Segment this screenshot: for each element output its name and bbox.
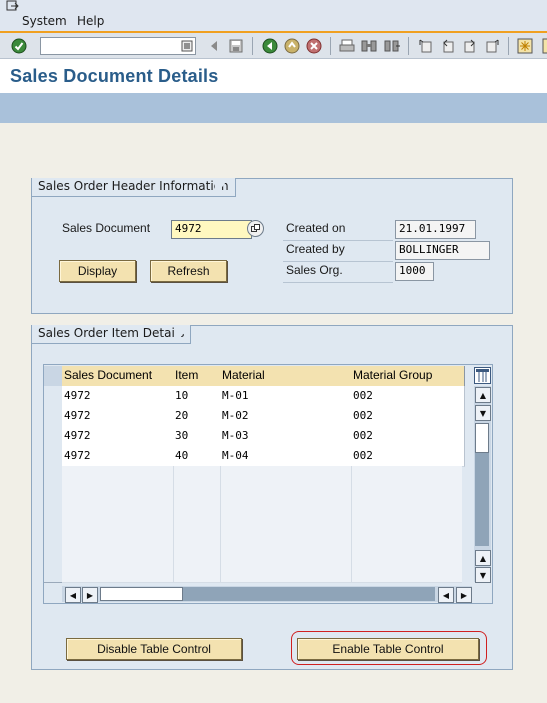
column-header-item[interactable]: Item xyxy=(173,366,223,387)
find-next-icon[interactable] xyxy=(384,38,400,54)
previous-arrow-icon[interactable] xyxy=(206,38,222,54)
table-cell: 30 xyxy=(173,426,223,447)
shortcut-icon[interactable] xyxy=(538,38,547,54)
back-icon[interactable] xyxy=(262,38,278,54)
horizontal-scroll-thumb[interactable] xyxy=(100,587,183,601)
created-by-label: Created by xyxy=(286,242,345,256)
created-on-label: Created on xyxy=(286,221,346,235)
row-selector[interactable] xyxy=(44,386,63,407)
display-button[interactable]: Display xyxy=(59,260,136,282)
sales-org-label: Sales Org. xyxy=(286,263,343,277)
table-cell: 4972 xyxy=(62,386,176,407)
print-icon[interactable] xyxy=(339,38,355,54)
application-toolbar xyxy=(0,93,547,123)
exit-icon[interactable] xyxy=(284,38,300,54)
table-settings-icon[interactable] xyxy=(474,367,491,384)
search-help-icon[interactable] xyxy=(247,220,264,237)
table-cell: M-01 xyxy=(220,386,354,407)
previous-page-icon[interactable] xyxy=(440,38,456,54)
table-cell: 002 xyxy=(351,386,465,407)
page-up-icon[interactable]: ▲ xyxy=(475,550,491,566)
row-selector[interactable] xyxy=(44,486,63,507)
column-header-material[interactable]: Material xyxy=(220,366,354,387)
window-menu-icon[interactable] xyxy=(6,0,20,12)
command-field[interactable] xyxy=(40,37,196,55)
row-selector[interactable] xyxy=(44,406,63,427)
disable-table-control-button[interactable]: Disable Table Control xyxy=(66,638,242,660)
select-all-button[interactable] xyxy=(44,366,63,387)
empty-table-row xyxy=(62,566,462,583)
row-selector[interactable] xyxy=(44,546,63,567)
table-cell: 20 xyxy=(173,406,223,427)
table-cell: M-02 xyxy=(220,406,354,427)
sales-document-input[interactable]: 4972 xyxy=(171,220,252,239)
menu-bar: System Help xyxy=(0,0,547,32)
empty-table-row xyxy=(62,526,462,547)
page-left-icon[interactable]: ◀ xyxy=(438,587,454,603)
empty-table-row xyxy=(62,466,462,487)
save-icon[interactable] xyxy=(228,38,244,54)
page-down-icon[interactable]: ▼ xyxy=(475,405,491,421)
table-cell: 4972 xyxy=(62,406,176,427)
refresh-button[interactable]: Refresh xyxy=(150,260,227,282)
sales-document-label: Sales Document xyxy=(62,221,151,235)
column-header-sales-document[interactable]: Sales Document xyxy=(62,366,176,387)
page-title: Sales Document Details xyxy=(10,66,219,86)
new-session-icon[interactable] xyxy=(517,38,533,54)
cancel-icon[interactable] xyxy=(306,38,322,54)
scroll-up-icon[interactable]: ▲ xyxy=(475,387,491,403)
created-by-field: BOLLINGER xyxy=(395,241,490,260)
vertical-scroll-track[interactable] xyxy=(475,453,489,546)
row-selector[interactable] xyxy=(44,426,63,447)
row-selector[interactable] xyxy=(44,566,63,583)
created-on-field: 21.01.1997 xyxy=(395,220,476,239)
table-cell: 40 xyxy=(173,446,223,467)
vertical-scroll-thumb[interactable] xyxy=(475,423,489,453)
table-cell: M-04 xyxy=(220,446,354,467)
row-selector[interactable] xyxy=(44,506,63,527)
column-header-material-group[interactable]: Material Group xyxy=(351,366,465,387)
row-selector[interactable] xyxy=(44,526,63,547)
table-cell: 002 xyxy=(351,406,465,427)
find-icon[interactable] xyxy=(361,38,377,54)
enter-icon[interactable] xyxy=(11,38,27,54)
menu-system[interactable]: System xyxy=(22,14,67,28)
dropdown-icon[interactable] xyxy=(179,38,195,54)
sales-org-field: 1000 xyxy=(395,262,434,281)
items-group-title: Sales Order Item Details xyxy=(32,325,192,344)
page-right-icon[interactable]: ▶ xyxy=(456,587,472,603)
menu-help[interactable]: Help xyxy=(77,14,104,28)
header-group-title: Sales Order Header Information xyxy=(32,178,236,197)
row-selector[interactable] xyxy=(44,446,63,467)
scroll-right-icon[interactable]: ▶ xyxy=(82,587,98,603)
empty-table-row xyxy=(62,486,462,507)
table-cell: M-03 xyxy=(220,426,354,447)
table-cell: 4972 xyxy=(62,426,176,447)
last-page-icon[interactable] xyxy=(484,38,500,54)
empty-table-row xyxy=(62,546,462,567)
highlight-outline xyxy=(291,631,487,665)
row-selector[interactable] xyxy=(44,466,63,487)
table-cell: 002 xyxy=(351,426,465,447)
table-cell: 002 xyxy=(351,446,465,467)
first-page-icon[interactable] xyxy=(418,38,434,54)
horizontal-scroll-track[interactable] xyxy=(183,587,435,601)
table-cell: 4972 xyxy=(62,446,176,467)
scroll-down-icon[interactable]: ▼ xyxy=(475,567,491,583)
table-cell: 10 xyxy=(173,386,223,407)
scroll-left-icon[interactable]: ◀ xyxy=(65,587,81,603)
empty-table-row xyxy=(62,506,462,527)
next-page-icon[interactable] xyxy=(462,38,478,54)
